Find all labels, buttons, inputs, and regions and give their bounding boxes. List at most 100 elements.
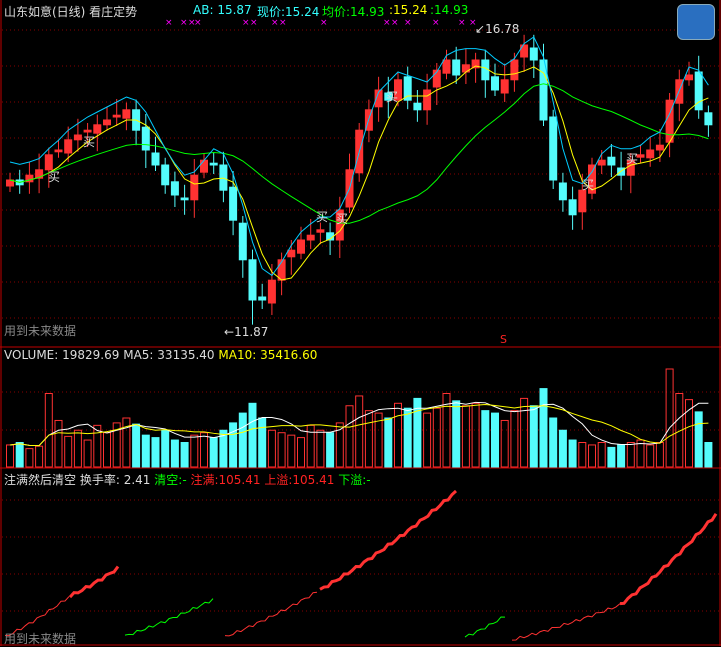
candle-body	[151, 152, 160, 166]
volume-bar	[248, 402, 257, 468]
volume-bar	[481, 410, 490, 468]
mid-readout: :15.24	[389, 3, 427, 17]
volume-bar	[103, 432, 111, 468]
fill-value: 105.41	[218, 473, 261, 487]
volume-bar	[345, 405, 354, 468]
ma10-value: 35416.60	[260, 348, 318, 362]
candle-body	[510, 59, 519, 81]
volume-bar	[238, 412, 247, 468]
signal-marker: ×	[165, 18, 173, 28]
price-label: 现价:	[257, 5, 286, 19]
future-data-watermark: 用到未来数据	[4, 632, 77, 646]
volume-bar	[287, 434, 296, 468]
clear-line	[464, 616, 506, 638]
candle-body	[103, 119, 111, 126]
buy-signal: 买	[336, 212, 349, 226]
indicator-readout: 注满然后清空 换手率: 2.41 清空:- 注满:105.41 上溢:105.4…	[4, 471, 371, 488]
volume-bar	[180, 442, 189, 468]
volume-bar	[558, 429, 567, 468]
signal-marker: ×	[242, 18, 250, 28]
candle-body	[54, 149, 63, 153]
candle-body	[491, 76, 499, 91]
fill-label: 注满:	[190, 473, 219, 487]
high-label: ↙16.78	[475, 22, 520, 36]
avg-label: 均价:	[322, 5, 351, 19]
volume-bar	[6, 444, 14, 468]
volume-bar	[83, 439, 92, 468]
volume-readout: VOLUME: 19829.69 MA5: 33135.40 MA10: 354…	[4, 348, 317, 362]
fill-line	[511, 603, 621, 641]
candle-body	[200, 159, 208, 173]
signal-marker: ×	[180, 18, 188, 28]
future-data-watermark: 用到未来数据	[4, 324, 77, 338]
candle-body	[229, 186, 238, 221]
volume-bar	[461, 405, 470, 468]
app-logo-icon[interactable]	[677, 4, 715, 40]
volume-bar	[297, 437, 305, 468]
fill-line-strong	[319, 489, 457, 591]
volume-bar	[539, 388, 548, 468]
low-value: 11.87	[234, 325, 269, 339]
candle-body	[685, 74, 693, 81]
candle-body	[403, 76, 412, 101]
overflow-label: 上溢:	[264, 473, 293, 487]
underflow-value: -	[366, 473, 371, 487]
volume-bar	[588, 444, 596, 468]
candle-body	[442, 59, 451, 74]
volume-bar	[597, 442, 606, 468]
chart-title: 山东如意(日线) 看庄定势	[4, 5, 138, 19]
candle-body	[161, 164, 170, 186]
volume-ma5-line	[9, 401, 709, 447]
overflow-value: 105.41	[292, 473, 335, 487]
volume-bar	[73, 429, 82, 468]
volume-bar	[578, 442, 587, 468]
ma5-value: 33135.40	[157, 348, 215, 362]
candle-body	[423, 89, 432, 111]
volume-bar	[258, 417, 267, 468]
volume-bar	[432, 407, 441, 468]
volume-bar	[209, 437, 218, 468]
candle-body	[209, 162, 218, 166]
ab-value: 15.87	[217, 3, 252, 17]
signal-marker: ×	[194, 18, 202, 28]
last-value: 14.93	[434, 3, 469, 17]
volume-bar	[529, 405, 538, 468]
indicator-name: 注满然后清空	[4, 473, 77, 487]
candle-body	[122, 109, 131, 119]
sell-marker: S	[500, 333, 507, 346]
ma5-label: MA5:	[123, 348, 154, 362]
stock-chart: × × ×× × × × × × × × × × × ×	[0, 0, 721, 646]
volume-bar	[35, 445, 44, 468]
candle-body	[112, 114, 121, 118]
volume-bar	[364, 410, 373, 468]
volume-bar	[229, 422, 238, 468]
candle-body	[170, 181, 179, 196]
volume-bar	[510, 410, 519, 468]
buy-signal: 买	[48, 170, 61, 184]
candle-body	[607, 156, 616, 166]
signal-marker: ×	[458, 18, 466, 28]
volume-bar	[267, 429, 276, 468]
volume-bar	[549, 417, 558, 468]
candle-body	[267, 279, 276, 304]
volume-label: VOLUME:	[4, 348, 59, 362]
volume-bar	[132, 423, 141, 468]
candle-body	[277, 259, 286, 281]
candle-body	[432, 69, 441, 88]
price-readout: 现价:15.24	[257, 3, 319, 20]
candle-body	[316, 229, 325, 233]
high-value: 16.78	[485, 22, 520, 36]
volume-bar	[151, 437, 160, 468]
low-label: ←11.87	[224, 325, 269, 339]
volume-bar	[500, 419, 509, 468]
candle-body	[93, 124, 102, 134]
volume-bar	[491, 412, 499, 468]
signal-marker: ×	[432, 18, 440, 28]
candle-body	[413, 102, 422, 111]
volume-bar	[694, 411, 703, 468]
candle-body	[568, 199, 577, 216]
volume-bar	[394, 402, 402, 468]
volume-ma10-line	[9, 404, 709, 447]
candle-body	[258, 296, 267, 301]
candle-body	[306, 234, 315, 241]
